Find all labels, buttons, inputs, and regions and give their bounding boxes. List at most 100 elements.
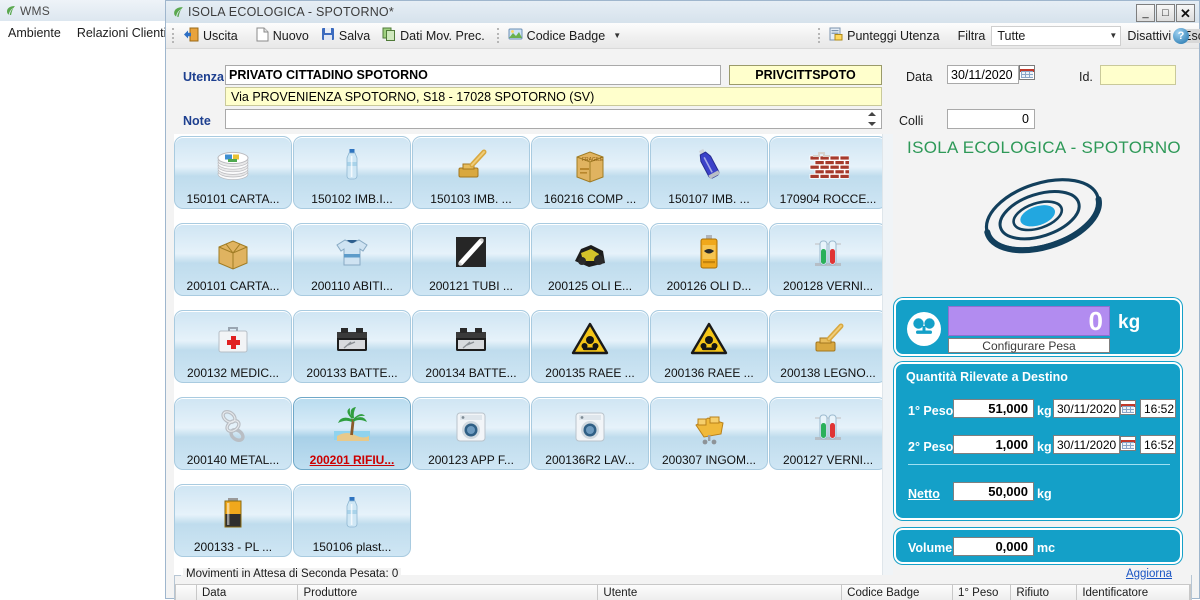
waste-tile[interactable]: 200128 VERNI... xyxy=(769,223,887,296)
waste-tile[interactable]: 200134 BATTE... xyxy=(412,310,530,383)
waste-tile[interactable]: 150103 IMB. ... xyxy=(412,136,530,209)
waste-tile[interactable]: 150101 CARTA... xyxy=(174,136,292,209)
window-titlebar[interactable]: ISOLA ECOLOGICA - SPOTORNO* _ □ ✕ xyxy=(166,1,1199,24)
grid-column-header[interactable]: Data xyxy=(197,585,299,600)
maximize-button[interactable]: □ xyxy=(1156,4,1175,22)
waste-tile[interactable]: 200121 TUBI ... xyxy=(412,223,530,296)
waste-tile-label: 200134 BATTE... xyxy=(425,366,517,380)
grid-column-header[interactable]: Identificatore xyxy=(1077,585,1191,600)
waste-tile[interactable]: 200123 APP F... xyxy=(412,397,530,470)
waste-tile[interactable]: 200133 - PL ... xyxy=(174,484,292,557)
grid-column-header[interactable]: Rifiuto xyxy=(1011,585,1078,600)
waste-tile[interactable]: 150102 IMB.I... xyxy=(293,136,411,209)
waste-tile[interactable]: 200138 LEGNO... xyxy=(769,310,887,383)
peso1-time[interactable]: 16:52 xyxy=(1140,399,1176,418)
waste-tile[interactable]: 200126 OLI D... xyxy=(650,223,768,296)
waste-tile[interactable]: 200135 RAEE ... xyxy=(531,310,649,383)
waste-tile-label: 200127 VERNI... xyxy=(782,453,874,467)
waste-tile[interactable]: FRAGILE 160216 COMP ... xyxy=(531,136,649,209)
dati-mov-prec-button[interactable]: Dati Mov. Prec. xyxy=(376,25,491,47)
peso2-input[interactable]: 1,000 xyxy=(953,435,1034,454)
svg-text:FRAGILE: FRAGILE xyxy=(582,157,604,163)
waste-tile[interactable]: 200125 OLI E... xyxy=(531,223,649,296)
grid-column-header[interactable]: Utente xyxy=(598,585,843,600)
grid-column-header[interactable] xyxy=(176,585,197,600)
paper-stack-icon xyxy=(175,141,291,189)
save-disk-icon xyxy=(321,27,335,44)
toolbar-grip[interactable] xyxy=(496,28,499,43)
peso2-unit: kg xyxy=(1037,440,1052,454)
bulky-furniture-icon xyxy=(651,402,767,450)
peso1-date[interactable]: 30/11/2020 xyxy=(1053,399,1120,418)
volume-input[interactable]: 0,000 xyxy=(953,537,1034,556)
toolbar-grip[interactable] xyxy=(172,28,174,43)
salva-button[interactable]: Salva xyxy=(315,25,376,47)
grid-column-header[interactable]: Produttore xyxy=(298,585,599,600)
waste-tile[interactable]: 200110 ABITI... xyxy=(293,223,411,296)
id-input[interactable] xyxy=(1100,65,1176,85)
codice-badge-button[interactable]: Codice Badge ▼ xyxy=(502,25,627,47)
chevron-down-icon[interactable]: ▼ xyxy=(1109,31,1117,40)
waste-tile[interactable]: 170904 ROCCE... xyxy=(769,136,887,209)
aggiorna-link[interactable]: Aggiorna xyxy=(1122,568,1175,580)
uscita-label: Uscita xyxy=(203,28,238,43)
configure-scale-button[interactable]: Configurare Pesa xyxy=(948,338,1110,353)
waste-tile-label: 170904 ROCCE... xyxy=(779,192,877,206)
close-button[interactable]: ✕ xyxy=(1176,4,1195,22)
filtra-combobox[interactable]: Tutte ▼ xyxy=(991,25,1122,46)
waste-tile[interactable]: 150106 plast... xyxy=(293,484,411,557)
menu-item-relazioni-clienti[interactable]: Relazioni Clienti xyxy=(69,26,175,40)
disattivi-button[interactable]: Disattivi xyxy=(1121,29,1177,43)
waste-tile[interactable]: 200132 MEDIC... xyxy=(174,310,292,383)
calendar-icon[interactable] xyxy=(1120,436,1136,451)
waste-tile[interactable]: 200201 RIFIU... xyxy=(293,397,411,470)
panel-divider xyxy=(908,464,1170,465)
uscita-button[interactable]: Uscita xyxy=(177,25,244,47)
calendar-icon[interactable] xyxy=(1120,400,1136,415)
washing-machine-icon xyxy=(413,402,529,450)
waste-tile-label: 200133 BATTE... xyxy=(306,366,398,380)
grid-column-header[interactable]: Codice Badge xyxy=(842,585,953,600)
help-icon[interactable]: ? xyxy=(1173,28,1189,44)
note-spinner[interactable] xyxy=(868,112,878,126)
waste-tile[interactable]: 200133 BATTE... xyxy=(293,310,411,383)
waste-tile-label: 200123 APP F... xyxy=(428,453,514,467)
toolbar-grip[interactable] xyxy=(818,28,821,43)
colli-input[interactable]: 0 xyxy=(947,109,1035,129)
calendar-icon[interactable] xyxy=(1019,65,1035,80)
leaf-icon xyxy=(6,5,16,16)
nuovo-button[interactable]: Nuovo xyxy=(250,25,315,47)
brand-title: ISOLA ECOLOGICA - SPOTORNO xyxy=(907,138,1181,157)
netto-label: Netto xyxy=(908,487,940,501)
toxic-warning-icon xyxy=(532,315,648,363)
waste-tile-label: 160216 COMP ... xyxy=(543,192,637,206)
waste-tile[interactable]: 200136R2 LAV... xyxy=(531,397,649,470)
grid-column-header[interactable]: 1° Peso xyxy=(953,585,1012,600)
scale-display-value: 0 xyxy=(948,306,1110,336)
waste-tile[interactable]: 200101 CARTA... xyxy=(174,223,292,296)
peso2-label: 2° Peso xyxy=(908,440,954,454)
wood-stamp-icon xyxy=(770,315,886,363)
waste-tile-label: 200138 LEGNO... xyxy=(780,366,876,380)
minimize-button[interactable]: _ xyxy=(1136,4,1155,22)
waste-tile[interactable]: 200136 RAEE ... xyxy=(650,310,768,383)
peso2-date[interactable]: 30/11/2020 xyxy=(1053,435,1120,454)
peso1-input[interactable]: 51,000 xyxy=(953,399,1034,418)
waste-tile[interactable]: 200307 INGOM... xyxy=(650,397,768,470)
punteggi-utenza-button[interactable]: Punteggi Utenza xyxy=(823,25,945,47)
tile-panel-scrollbar[interactable] xyxy=(882,134,893,575)
codice-utenza-field: PRIVCITTSPOTO xyxy=(729,65,882,85)
waste-tile[interactable]: 150107 IMB. ... xyxy=(650,136,768,209)
waste-tile[interactable]: 200140 METAL... xyxy=(174,397,292,470)
chevron-down-icon[interactable]: ▼ xyxy=(613,31,621,40)
metal-chain-icon xyxy=(175,402,291,450)
menu-item-ambiente[interactable]: Ambiente xyxy=(0,26,69,40)
washing-machine-icon xyxy=(532,402,648,450)
peso2-time[interactable]: 16:52 xyxy=(1140,435,1176,454)
waste-tile[interactable]: 200127 VERNI... xyxy=(769,397,887,470)
note-input[interactable] xyxy=(225,109,882,129)
netto-unit: kg xyxy=(1037,487,1052,501)
data-input[interactable]: 30/11/2020 xyxy=(947,65,1019,84)
battery-icon xyxy=(175,489,291,537)
utenza-input[interactable]: PRIVATO CITTADINO SPOTORNO xyxy=(225,65,721,85)
